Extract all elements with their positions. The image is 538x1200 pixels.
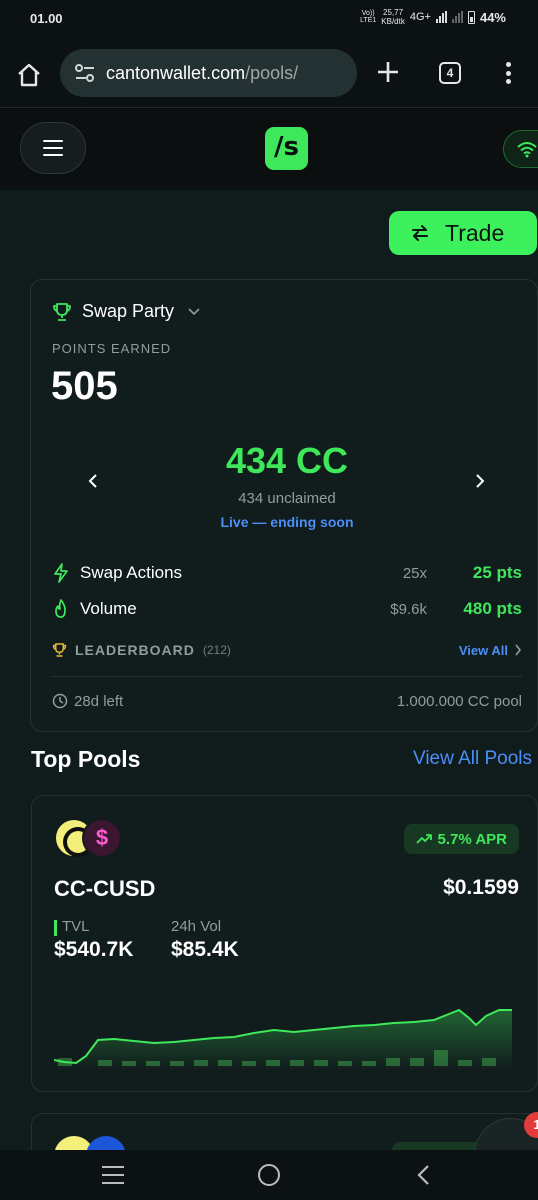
view-all-pools-link[interactable]: View All Pools	[413, 748, 532, 770]
pool-sparkline-chart	[54, 1008, 512, 1070]
time-left: 28d left	[74, 692, 124, 710]
leaderboard-view-all-link[interactable]: View All	[459, 643, 522, 658]
menu-icon[interactable]	[20, 122, 86, 174]
battery-icon	[467, 10, 475, 24]
status-bar: 01.00 Vo)) LTE1 25,77 KB/dtk 4G+ 44%	[0, 0, 538, 40]
divider	[52, 676, 522, 677]
tvl-indicator	[54, 920, 57, 936]
reward-amount: 434 CC	[225, 440, 349, 481]
swap-party-card: Swap Party POINTS EARNED 505 434 CC 434 …	[30, 279, 538, 732]
volume-label: 24h Vol	[171, 918, 222, 935]
leaderboard-row: LEADERBOARD (212) View All	[52, 639, 522, 661]
chevron-down-icon	[188, 307, 200, 315]
url-text: cantonwallet.com/pools/	[106, 62, 299, 83]
cusd-coin-icon: $	[82, 818, 122, 858]
pool-card[interactable]: $ 5.7% APR CC-CUSD $0.1599 TVL $540.7K 2…	[31, 795, 538, 1092]
tvl-label: TVL	[62, 918, 90, 935]
home-nav-icon[interactable]	[258, 1164, 280, 1186]
trending-up-icon	[415, 834, 432, 844]
reward-unclaimed: 434 unclaimed	[238, 490, 336, 507]
points-earned-label: POINTS EARNED	[52, 341, 172, 356]
chevron-right-icon[interactable]	[470, 471, 490, 491]
battery-percent: 44%	[479, 9, 506, 25]
trade-button-label: Trade	[445, 219, 505, 246]
campaign-footer: 28d left 1.000.000 CC pool	[52, 690, 522, 712]
clock-icon	[52, 693, 68, 709]
volte-indicator: Vo)) LTE1	[360, 10, 377, 24]
chevron-right-icon	[515, 644, 522, 656]
app-logo[interactable]: /s	[265, 127, 308, 170]
home-icon[interactable]	[16, 62, 42, 88]
points-earned-value: 505	[51, 364, 118, 408]
browser-toolbar: cantonwallet.com/pools/ 4	[0, 40, 538, 108]
back-icon[interactable]	[414, 1164, 434, 1186]
swap-party-selector[interactable]: Swap Party	[52, 301, 200, 322]
stat-count: 25x	[402, 564, 427, 582]
stat-count: $9.6k	[390, 600, 427, 618]
app-header: /s	[0, 108, 538, 190]
connection-status-button[interactable]	[503, 130, 538, 168]
stat-points: 480 pts	[463, 599, 522, 618]
leaderboard-count: (212)	[202, 643, 231, 657]
plus-icon[interactable]	[376, 60, 400, 84]
pool-price: $0.1599	[443, 876, 519, 899]
stat-label: Volume	[80, 599, 137, 618]
lightning-icon	[54, 563, 68, 583]
trophy-icon	[52, 643, 67, 657]
leaderboard-label: LEADERBOARD	[75, 642, 195, 658]
trade-button[interactable]: Trade	[389, 211, 537, 255]
volume-value: $85.4K	[171, 938, 239, 961]
top-pools-title: Top Pools	[31, 746, 141, 772]
tab-switcher-button[interactable]: 4	[439, 62, 461, 84]
recent-apps-icon[interactable]	[102, 1166, 124, 1184]
system-nav-bar	[0, 1150, 538, 1200]
status-indicators: Vo)) LTE1 25,77 KB/dtk 4G+ 44%	[360, 8, 506, 26]
site-settings-icon[interactable]	[74, 63, 96, 83]
signal-2-icon	[451, 11, 463, 23]
stat-row-volume: Volume $9.6k 480 pts	[52, 597, 522, 621]
status-time: 01.00	[30, 11, 63, 26]
pool-size: 1.000.000 CC pool	[396, 692, 522, 710]
stat-points: 25 pts	[472, 563, 522, 582]
stat-row-swap-actions: Swap Actions 25x 25 pts	[52, 561, 522, 585]
pool-name: CC-CUSD	[54, 876, 156, 901]
wifi-icon	[517, 142, 537, 158]
address-bar[interactable]: cantonwallet.com/pools/	[60, 49, 357, 97]
flame-icon	[55, 599, 66, 618]
apr-badge: 5.7% APR	[403, 824, 519, 854]
stat-label: Swap Actions	[80, 563, 183, 582]
campaign-status: Live — ending soon	[220, 514, 354, 530]
signal-icon	[435, 11, 447, 23]
more-icon[interactable]	[500, 60, 516, 86]
swap-arrows-icon	[412, 225, 428, 241]
trophy-icon	[53, 302, 71, 321]
network-type: 4G+	[409, 11, 431, 23]
swap-party-title: Swap Party	[82, 301, 175, 321]
network-speed: 25,77 KB/dtk	[381, 8, 405, 26]
tvl-value: $540.7K	[54, 938, 134, 961]
